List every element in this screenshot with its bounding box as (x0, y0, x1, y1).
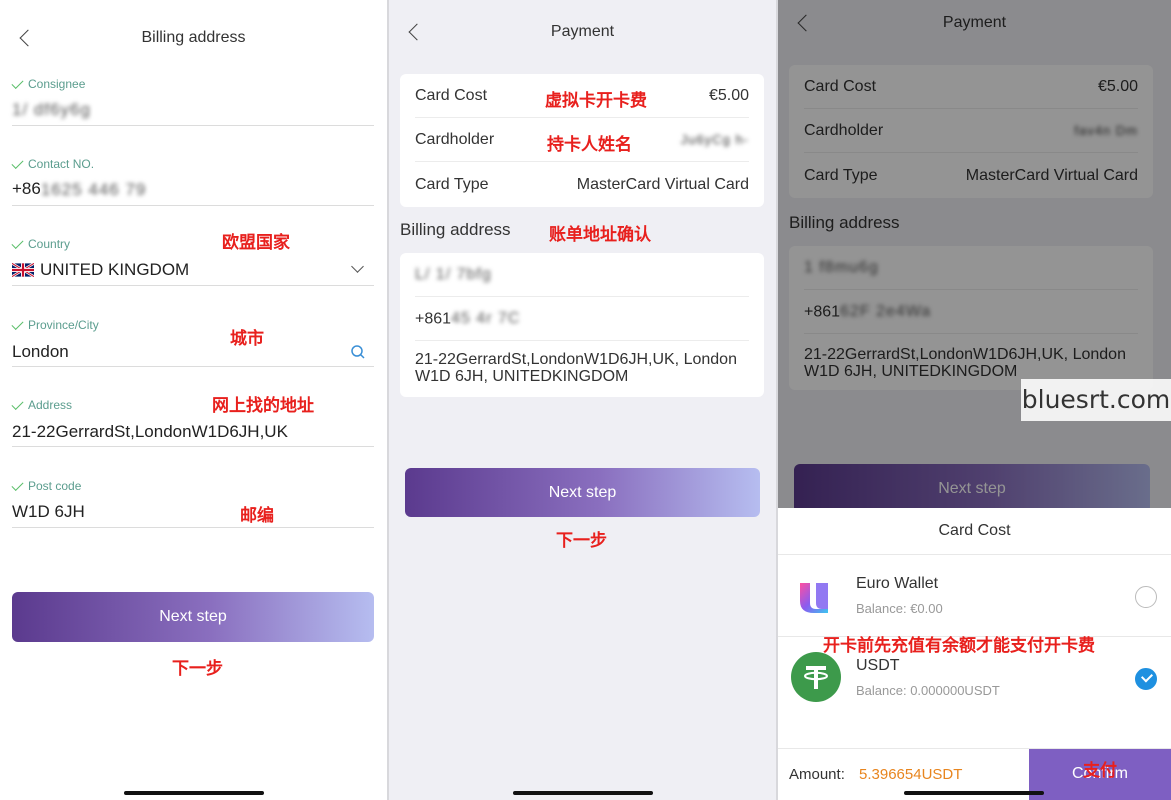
check-icon (11, 478, 24, 491)
card-type-label: Card Type (415, 176, 489, 193)
modal-backdrop[interactable] (778, 0, 1171, 508)
annotation-cardholder: 持卡人姓名 (547, 135, 632, 154)
option-balance: Balance: 0.000000USDT (856, 683, 1000, 698)
page-title: Billing address (141, 29, 246, 46)
billing-address-screen: Billing address Consignee 1/ df6y6g Cont… (0, 0, 387, 800)
country-label: Country (28, 237, 71, 251)
annotation-postcode: 邮编 (240, 506, 274, 525)
card-cost-label: Card Cost (415, 86, 488, 104)
annotation-card-cost: 虚拟卡开卡费 (545, 91, 647, 110)
check-icon (11, 156, 24, 169)
billing-name: L/ 1/ 7bfg (415, 266, 749, 297)
amount-value: 5.396654USDT (859, 766, 963, 783)
consignee-value: 1/ df6y6g (12, 99, 91, 119)
annotation-topup: 开卡前先充值有余额才能支付开卡费 (823, 636, 1095, 655)
province-city-field[interactable]: Province/City London (11, 317, 374, 367)
billing-section-title: Billing address (400, 220, 511, 239)
nav-bar: Billing address (0, 18, 387, 58)
annotation-pay: 支付 (1083, 761, 1117, 780)
radio-unselected[interactable] (1135, 586, 1157, 608)
cardholder-label: Cardholder (415, 130, 495, 148)
euro-wallet-logo-icon (800, 583, 828, 613)
card-cost-value: €5.00 (708, 86, 749, 104)
amount-label: Amount: (789, 766, 845, 783)
annotation-next: 下一步 (172, 659, 223, 678)
postcode-value: W1D 6JH (12, 502, 85, 521)
radio-selected-check-icon[interactable] (1135, 668, 1157, 690)
usdt-tether-icon (791, 652, 841, 702)
nav-bar: Payment (389, 12, 776, 52)
check-icon (11, 317, 24, 330)
watermark: bluesrt.com (1021, 379, 1171, 421)
search-icon[interactable] (350, 344, 366, 360)
province-label: Province/City (28, 318, 99, 332)
annotation-next: 下一步 (556, 531, 607, 550)
address-value: 21-22GerrardSt,LondonW1D6JH,UK (12, 422, 288, 441)
option-balance: Balance: €0.00 (856, 601, 943, 616)
post-code-field[interactable]: Post code W1D 6JH (11, 478, 374, 528)
home-indicator (124, 791, 264, 795)
annotation-billing: 账单地址确认 (549, 225, 651, 244)
country-value: UNITED KINGDOM (40, 260, 190, 279)
address-label: Address (28, 398, 73, 412)
billing-phone: +86145 4r 7C (415, 310, 749, 341)
province-value: London (12, 342, 69, 361)
cardholder-value: Ju6yCg h- (680, 132, 749, 147)
check-icon (11, 397, 24, 410)
card-type-row: Card Type MasterCard Virtual Card (415, 163, 749, 207)
check-icon (11, 236, 24, 249)
option-name: USDT (856, 657, 900, 674)
billing-address-text: 21-22GerrardSt,LondonW1D6JH,UK, London W… (415, 351, 737, 385)
postcode-label: Post code (28, 479, 82, 493)
annotation-address: 网上找的地址 (212, 396, 314, 415)
home-indicator (513, 791, 653, 795)
next-step-button[interactable]: Next step (12, 592, 374, 642)
card-type-value: MasterCard Virtual Card (576, 176, 749, 193)
next-step-button[interactable]: Next step (405, 468, 760, 517)
uk-flag-icon (12, 263, 34, 277)
country-select[interactable]: Country UNITED KINGDOM (11, 236, 374, 286)
page-title: Payment (550, 23, 615, 40)
billing-card: L/ 1/ 7bfg +86145 4r 7C 21-22GerrardSt,L… (400, 253, 764, 397)
payment-screen: Payment Card Cost €5.00 Cardholder Ju6yC… (389, 0, 776, 800)
address-field[interactable]: Address 21-22GerrardSt,LondonW1D6JH,UK (11, 397, 374, 447)
contact-label: Contact NO. (28, 157, 95, 171)
annotation-country: 欧盟国家 (222, 233, 290, 252)
consignee-label: Consignee (28, 77, 86, 91)
option-name: Euro Wallet (856, 575, 939, 592)
payment-method-screen: Payment Card Cost €5.00 Cardholder fav4n… (778, 0, 1171, 800)
annotation-city: 城市 (230, 329, 264, 348)
chevron-down-icon[interactable] (351, 260, 364, 273)
screenshot-collage: Billing address Consignee 1/ df6y6g Cont… (0, 0, 1171, 800)
contact-value: +861625 446 79 (12, 179, 147, 199)
option-euro-wallet[interactable]: Euro Wallet Balance: €0.00 (778, 554, 1171, 636)
sheet-title: Card Cost (938, 522, 1011, 539)
contact-number-field[interactable]: Contact NO. +861625 446 79 (11, 156, 374, 206)
check-icon (11, 76, 24, 89)
consignee-field[interactable]: Consignee 1/ df6y6g (11, 76, 374, 126)
home-indicator (904, 791, 1044, 795)
